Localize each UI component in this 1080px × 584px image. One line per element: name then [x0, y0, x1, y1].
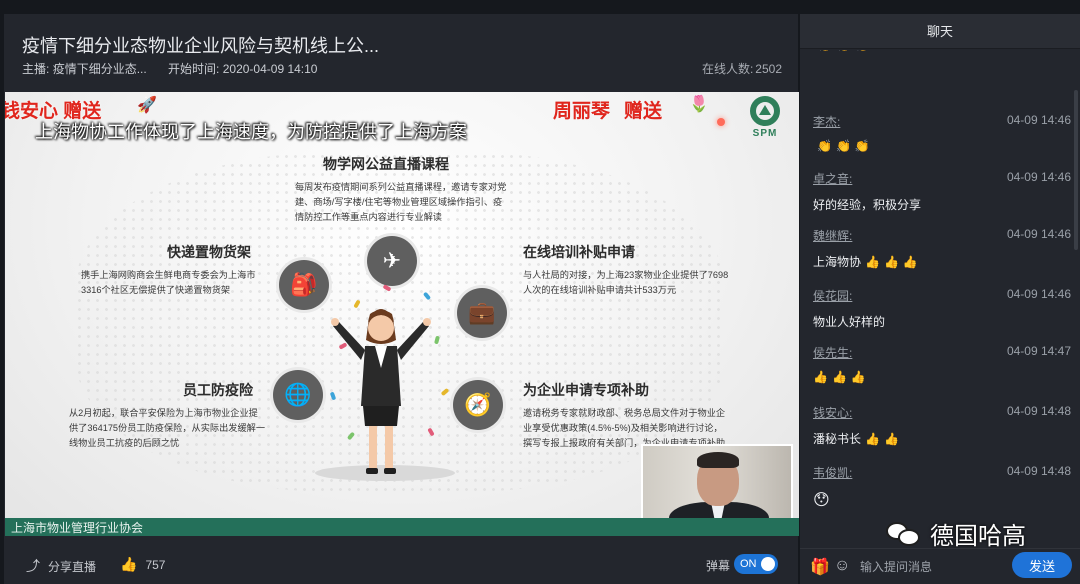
- slide-heading-center: 物学网公益直播课程: [323, 156, 449, 172]
- thumbs-up-emoji: 👍: [883, 431, 899, 446]
- slide-footer-org: 上海市物业管理行业协会: [11, 521, 144, 535]
- thumbs-up-emoji: 👍: [831, 370, 847, 384]
- player-controls: ⤴ 分享直播 👍 757 弹幕 ON: [4, 544, 798, 584]
- clap-emoji: 👏: [817, 50, 832, 52]
- chat-header: 聊天: [800, 14, 1080, 49]
- chat-message: 魏继辉: 04-09 14:46 上海物协 👍 👍 👍: [813, 227, 1071, 269]
- chat-message: 韦俊凯: 04-09 14:48 😯: [813, 464, 1071, 509]
- thumbs-up-emoji: 👍: [865, 431, 880, 446]
- live-subtitle: 上海物协工作体现了上海速度，为防控提供了上海方案: [35, 122, 467, 142]
- chat-scrollbar[interactable]: [1074, 90, 1078, 250]
- slide-text-right-1: 与人社局的对接，为上海23家物业企业提供了7698人次的在线培训补贴申请共计53…: [523, 270, 729, 295]
- wechat-logo: [886, 520, 922, 548]
- share-button[interactable]: ⤴ 分享直播: [26, 556, 96, 576]
- host-info: 主播: 疫情下细分业态...: [22, 62, 147, 76]
- briefcase-icon: 💼: [457, 288, 507, 338]
- spm-logo: SPM: [741, 96, 789, 142]
- thumbs-up-emoji: 👍: [865, 254, 880, 269]
- chat-input[interactable]: [860, 556, 1000, 578]
- gift-banner-right: 周丽琴 赠送: [553, 101, 663, 122]
- surprised-emoji: 😯: [813, 492, 830, 509]
- chat-message: 钱安心: 04-09 14:48 潘秘书长 👍 👍: [813, 404, 1071, 446]
- app-root: 疫情下细分业态物业企业风险与契机线上公... 主播: 疫情下细分业态... 开始…: [0, 0, 1080, 584]
- globe-icon: 🌐: [273, 370, 323, 420]
- plane-icon: ✈: [367, 236, 417, 286]
- chat-message: 👏 👏 👏: [813, 50, 1071, 52]
- slide-text-left-1: 携手上海网购商会生鲜电商专委会为上海市3316个社区无偿提供了快递置物货架: [81, 270, 256, 295]
- chat-message: 李杰: 04-09 14:46 👏 👏 👏: [813, 113, 1071, 153]
- live-player-panel: 疫情下细分业态物业企业风险与契机线上公... 主播: 疫情下细分业态... 开始…: [4, 14, 799, 584]
- chat-message-list[interactable]: 👏👏👏 李杰: 04-09 14:46 👏👏👏 卓之音: 04-09 14:46…: [800, 50, 1080, 530]
- compass-icon: 🧭: [453, 380, 503, 430]
- emoji-icon[interactable]: ☺: [834, 557, 850, 575]
- live-title: 疫情下细分业态物业企业风险与契机线上公...: [22, 36, 380, 56]
- clap-emoji: 👏: [835, 139, 851, 153]
- chat-message: 卓之音: 04-09 14:46 好的经验，积极分享: [813, 170, 1071, 212]
- businesswoman-illustration: [331, 309, 431, 474]
- share-icon: ⤴: [26, 558, 40, 574]
- gift-icon[interactable]: 🎁: [810, 557, 830, 577]
- like-button[interactable]: 👍 757: [120, 556, 165, 573]
- thumbs-up-emoji: 👍: [902, 254, 918, 269]
- start-time: 开始时间: 2020-04-09 14:10: [168, 62, 318, 76]
- video-stage[interactable]: 钱安心 赠送 🚀 周丽琴 赠送 🌷 上海物协工作体现了上海速度，为防控提供了上海方…: [5, 92, 799, 536]
- wechat-watermark: 德国哈高: [886, 516, 1026, 551]
- send-button[interactable]: 发送: [1012, 552, 1072, 578]
- sparkle-dot: [717, 118, 725, 126]
- thumbs-up-emoji: 👍: [813, 370, 828, 384]
- chat-panel: 聊天 👏👏👏 李杰: 04-09 14:46 👏👏👏 卓之音: 04-09 14…: [800, 14, 1080, 584]
- thumbs-up-icon: 👍: [120, 556, 138, 572]
- clap-emoji: 👏: [854, 139, 870, 153]
- chat-message: 侯先生: 04-09 14:47 👍 👍 👍: [813, 344, 1071, 384]
- clap-emoji: 👏: [855, 50, 870, 52]
- danmu-toggle[interactable]: ON: [734, 554, 778, 574]
- clap-emoji: 👏: [836, 50, 851, 52]
- thumbs-up-emoji: 👍: [883, 254, 899, 269]
- slide-heading-right-2: 为企业申请专项补助: [523, 382, 649, 398]
- chat-input-bar: 🎁 ☺ 发送: [800, 548, 1080, 584]
- slide-text-left-2: 从2月初起，联合平安保险为上海市物业企业提供了364175份员工防疫保险，从实际…: [69, 408, 266, 448]
- slide-heading-right-1: 在线培训补贴申请: [523, 244, 635, 260]
- slide-heading-left-2: 员工防疫险: [183, 382, 253, 398]
- clap-emoji: 👏: [817, 139, 832, 153]
- slide-text-center: 每周发布疫情期间系列公益直播课程，邀请专家对党建、商场/写字楼/住宅等物业管理区…: [295, 182, 507, 222]
- thumbs-up-emoji: 👍: [850, 370, 866, 384]
- danmu-label: 弹幕: [705, 559, 730, 573]
- online-count: 在线人数: 2502: [701, 62, 782, 76]
- slide-footer-bar: 上海市物业管理行业协会: [5, 518, 799, 536]
- slide-heading-left-1: 快递置物货架: [167, 244, 251, 260]
- live-meta: 主播: 疫情下细分业态... 开始时间: 2020-04-09 14:10: [22, 60, 335, 77]
- rocket-gift-icon: 🚀: [137, 97, 157, 114]
- flower-gift-icon: 🌷: [689, 96, 709, 113]
- chat-message: 侯花园: 04-09 14:46 物业人好样的: [813, 287, 1071, 329]
